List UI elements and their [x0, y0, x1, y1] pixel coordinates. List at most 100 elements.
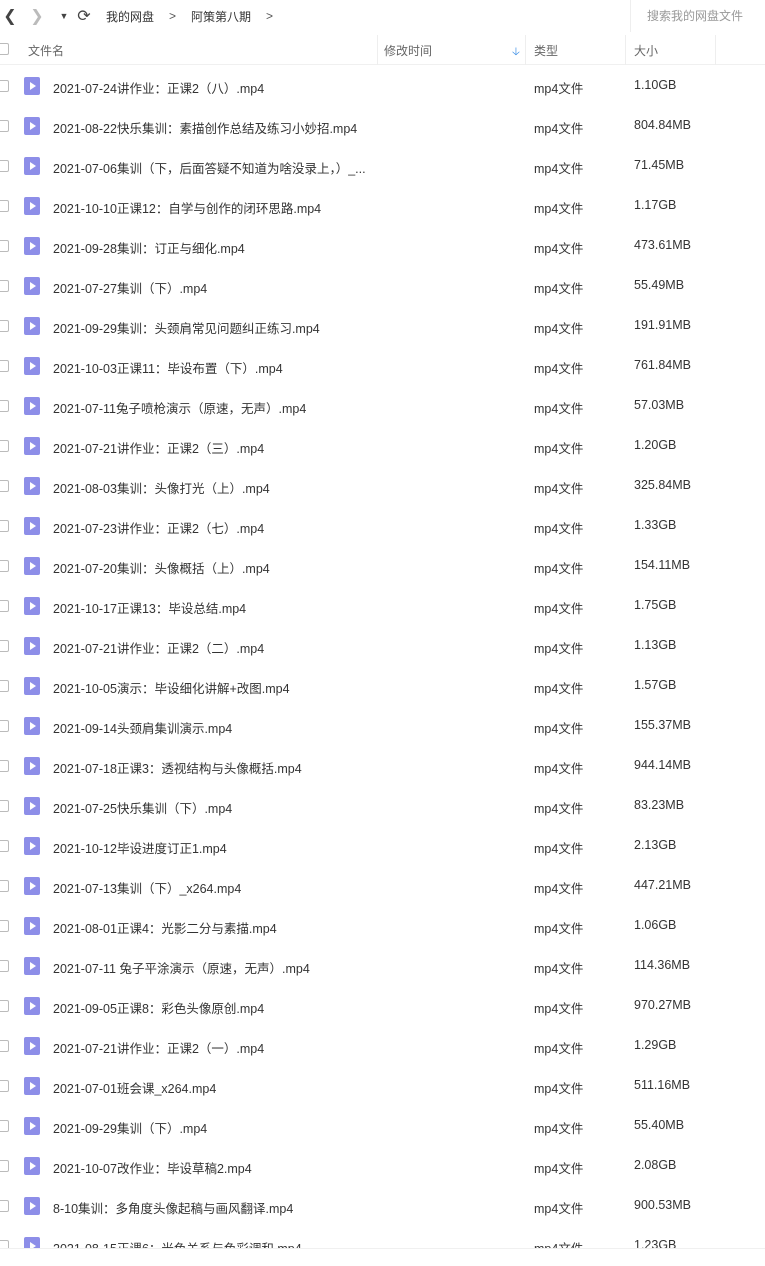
file-name[interactable]: 2021-07-18正课3：透视结构与头像概括.mp4	[53, 758, 302, 777]
row-checkbox[interactable]	[0, 640, 9, 652]
file-name[interactable]: 2021-08-22快乐集训：素描创作总结及练习小妙招.mp4	[53, 118, 357, 137]
file-name[interactable]: 2021-07-20集训：头像概括（上）.mp4	[53, 558, 270, 577]
column-modified[interactable]: 修改时间	[384, 35, 432, 65]
row-checkbox[interactable]	[0, 80, 9, 92]
refresh-icon[interactable]: ⟳	[74, 0, 94, 32]
row-checkbox[interactable]	[0, 160, 9, 172]
file-name[interactable]: 2021-10-03正课11：毕设布置（下）.mp4	[53, 358, 283, 377]
file-name[interactable]: 2021-10-07改作业：毕设草稿2.mp4	[53, 1158, 252, 1177]
table-row[interactable]: 8-10集训：多角度头像起稿与画风翻译.mp4 mp4文件 900.53MB	[0, 1186, 765, 1226]
table-row[interactable]: 2021-08-22快乐集训：素描创作总结及练习小妙招.mp4 mp4文件 804.…	[0, 106, 765, 146]
file-name[interactable]: 2021-09-28集训：订正与细化.mp4	[53, 238, 245, 257]
column-type[interactable]: 类型	[534, 35, 558, 65]
column-divider[interactable]	[377, 35, 378, 65]
row-checkbox[interactable]	[0, 1200, 9, 1212]
file-name[interactable]: 2021-09-29集训（下）.mp4	[53, 1118, 207, 1137]
file-name[interactable]: 2021-10-17正课13：毕设总结.mp4	[53, 598, 246, 617]
file-name[interactable]: 2021-07-21讲作业：正课2（三）.mp4	[53, 438, 264, 457]
table-row[interactable]: 2021-07-25快乐集训（下）.mp4 mp4文件 83.23MB	[0, 786, 765, 826]
column-divider[interactable]	[525, 35, 526, 65]
row-checkbox[interactable]	[0, 760, 9, 772]
table-row[interactable]: 2021-07-11 兔子平涂演示（原速，无声）.mp4 mp4文件 114.36M…	[0, 946, 765, 986]
table-row[interactable]: 2021-10-12毕设进度订正1.mp4 mp4文件 2.13GB	[0, 826, 765, 866]
breadcrumb-item-root[interactable]: 我的网盘	[106, 8, 154, 25]
breadcrumb-item-current[interactable]: 阿策第八期	[191, 8, 251, 25]
table-row[interactable]: 2021-07-24讲作业：正课2（八）.mp4 mp4文件 1.10GB	[0, 66, 765, 106]
row-checkbox[interactable]	[0, 240, 9, 252]
file-name[interactable]: 2021-09-14头颈肩集训演示.mp4	[53, 718, 232, 737]
table-row[interactable]: 2021-07-11兔子喷枪演示（原速，无声）.mp4 mp4文件 57.03MB	[0, 386, 765, 426]
table-row[interactable]: 2021-07-13集训（下）_x264.mp4 mp4文件 447.21MB	[0, 866, 765, 906]
file-name[interactable]: 2021-10-05演示：毕设细化讲解+改图.mp4	[53, 678, 290, 697]
row-checkbox[interactable]	[0, 1080, 9, 1092]
row-checkbox[interactable]	[0, 280, 9, 292]
file-name[interactable]: 2021-07-25快乐集训（下）.mp4	[53, 798, 232, 817]
table-row[interactable]: 2021-08-01正课4：光影二分与素描.mp4 mp4文件 1.06GB	[0, 906, 765, 946]
column-divider[interactable]	[715, 35, 716, 65]
file-name[interactable]: 2021-07-06集训（下，后面答疑不知道为啥没录上，）_...	[53, 158, 365, 177]
file-name[interactable]: 2021-07-27集训（下）.mp4	[53, 278, 207, 297]
row-checkbox[interactable]	[0, 560, 9, 572]
table-row[interactable]: 2021-07-06集训（下，后面答疑不知道为啥没录上，）_... mp4文件 71…	[0, 146, 765, 186]
row-checkbox[interactable]	[0, 440, 9, 452]
table-row[interactable]: 2021-10-10正课12：自学与创作的闭环思路.mp4 mp4文件 1.17GB	[0, 186, 765, 226]
file-name[interactable]: 2021-07-13集训（下）_x264.mp4	[53, 878, 241, 897]
row-checkbox[interactable]	[0, 680, 9, 692]
table-row[interactable]: 2021-09-28集训：订正与细化.mp4 mp4文件 473.61MB	[0, 226, 765, 266]
chevron-left-icon[interactable]: ❮	[0, 0, 20, 32]
file-name[interactable]: 2021-07-11兔子喷枪演示（原速，无声）.mp4	[53, 398, 306, 417]
breadcrumb-separator[interactable]: >	[266, 9, 273, 23]
file-name[interactable]: 8-10集训：多角度头像起稿与画风翻译.mp4	[53, 1198, 293, 1217]
table-row[interactable]: 2021-08-03集训：头像打光（上）.mp4 mp4文件 325.84MB	[0, 466, 765, 506]
search-input[interactable]	[647, 9, 765, 23]
file-name[interactable]: 2021-10-10正课12：自学与创作的闭环思路.mp4	[53, 198, 321, 217]
row-checkbox[interactable]	[0, 1120, 9, 1132]
row-checkbox[interactable]	[0, 480, 9, 492]
file-name[interactable]: 2021-07-24讲作业：正课2（八）.mp4	[53, 78, 264, 97]
caret-down-icon[interactable]: ▼	[54, 0, 74, 32]
table-row[interactable]: 2021-07-21讲作业：正课2（二）.mp4 mp4文件 1.13GB	[0, 626, 765, 666]
row-checkbox[interactable]	[0, 800, 9, 812]
table-row[interactable]: 2021-09-29集训（下）.mp4 mp4文件 55.40MB	[0, 1106, 765, 1146]
table-row[interactable]: 2021-10-05演示：毕设细化讲解+改图.mp4 mp4文件 1.57GB	[0, 666, 765, 706]
table-row[interactable]: 2021-07-20集训：头像概括（上）.mp4 mp4文件 154.11MB	[0, 546, 765, 586]
table-row[interactable]: 2021-10-03正课11：毕设布置（下）.mp4 mp4文件 761.84MB	[0, 346, 765, 386]
table-row[interactable]: 2021-07-18正课3：透视结构与头像概括.mp4 mp4文件 944.14MB	[0, 746, 765, 786]
table-row[interactable]: 2021-07-21讲作业：正课2（三）.mp4 mp4文件 1.20GB	[0, 426, 765, 466]
chevron-right-icon[interactable]: ❯	[20, 0, 54, 32]
sort-desc-icon[interactable]: 🡣	[512, 43, 520, 62]
table-row[interactable]: 2021-09-14头颈肩集训演示.mp4 mp4文件 155.37MB	[0, 706, 765, 746]
row-checkbox[interactable]	[0, 120, 9, 132]
file-name[interactable]: 2021-07-23讲作业：正课2（七）.mp4	[53, 518, 264, 537]
row-checkbox[interactable]	[0, 1040, 9, 1052]
file-name[interactable]: 2021-08-01正课4：光影二分与素描.mp4	[53, 918, 277, 937]
file-name[interactable]: 2021-07-11 兔子平涂演示（原速，无声）.mp4	[53, 958, 310, 977]
table-row[interactable]: 2021-10-07改作业：毕设草稿2.mp4 mp4文件 2.08GB	[0, 1146, 765, 1186]
file-name[interactable]: 2021-10-12毕设进度订正1.mp4	[53, 838, 227, 857]
row-checkbox[interactable]	[0, 400, 9, 412]
file-name[interactable]: 2021-07-01班会课_x264.mp4	[53, 1078, 216, 1097]
row-checkbox[interactable]	[0, 600, 9, 612]
table-row[interactable]: 2021-10-17正课13：毕设总结.mp4 mp4文件 1.75GB	[0, 586, 765, 626]
row-checkbox[interactable]	[0, 1000, 9, 1012]
column-name[interactable]: 文件名	[28, 35, 64, 65]
table-row[interactable]: 2021-07-21讲作业：正课2（一）.mp4 mp4文件 1.29GB	[0, 1026, 765, 1066]
file-name[interactable]: 2021-09-05正课8：彩色头像原创.mp4	[53, 998, 264, 1017]
file-name[interactable]: 2021-07-21讲作业：正课2（二）.mp4	[53, 638, 264, 657]
table-row[interactable]: 2021-07-23讲作业：正课2（七）.mp4 mp4文件 1.33GB	[0, 506, 765, 546]
file-name[interactable]: 2021-08-03集训：头像打光（上）.mp4	[53, 478, 270, 497]
row-checkbox[interactable]	[0, 520, 9, 532]
row-checkbox[interactable]	[0, 200, 9, 212]
file-name[interactable]: 2021-09-29集训：头颈肩常见问题纠正练习.mp4	[53, 318, 320, 337]
select-all-checkbox[interactable]	[0, 43, 9, 55]
file-name[interactable]: 2021-07-21讲作业：正课2（一）.mp4	[53, 1038, 264, 1057]
row-checkbox[interactable]	[0, 880, 9, 892]
row-checkbox[interactable]	[0, 320, 9, 332]
row-checkbox[interactable]	[0, 720, 9, 732]
row-checkbox[interactable]	[0, 1160, 9, 1172]
row-checkbox[interactable]	[0, 960, 9, 972]
row-checkbox[interactable]	[0, 920, 9, 932]
table-row[interactable]: 2021-09-29集训：头颈肩常见问题纠正练习.mp4 mp4文件 191.91M…	[0, 306, 765, 346]
table-row[interactable]: 2021-09-05正课8：彩色头像原创.mp4 mp4文件 970.27MB	[0, 986, 765, 1026]
table-row[interactable]: 2021-07-27集训（下）.mp4 mp4文件 55.49MB	[0, 266, 765, 306]
